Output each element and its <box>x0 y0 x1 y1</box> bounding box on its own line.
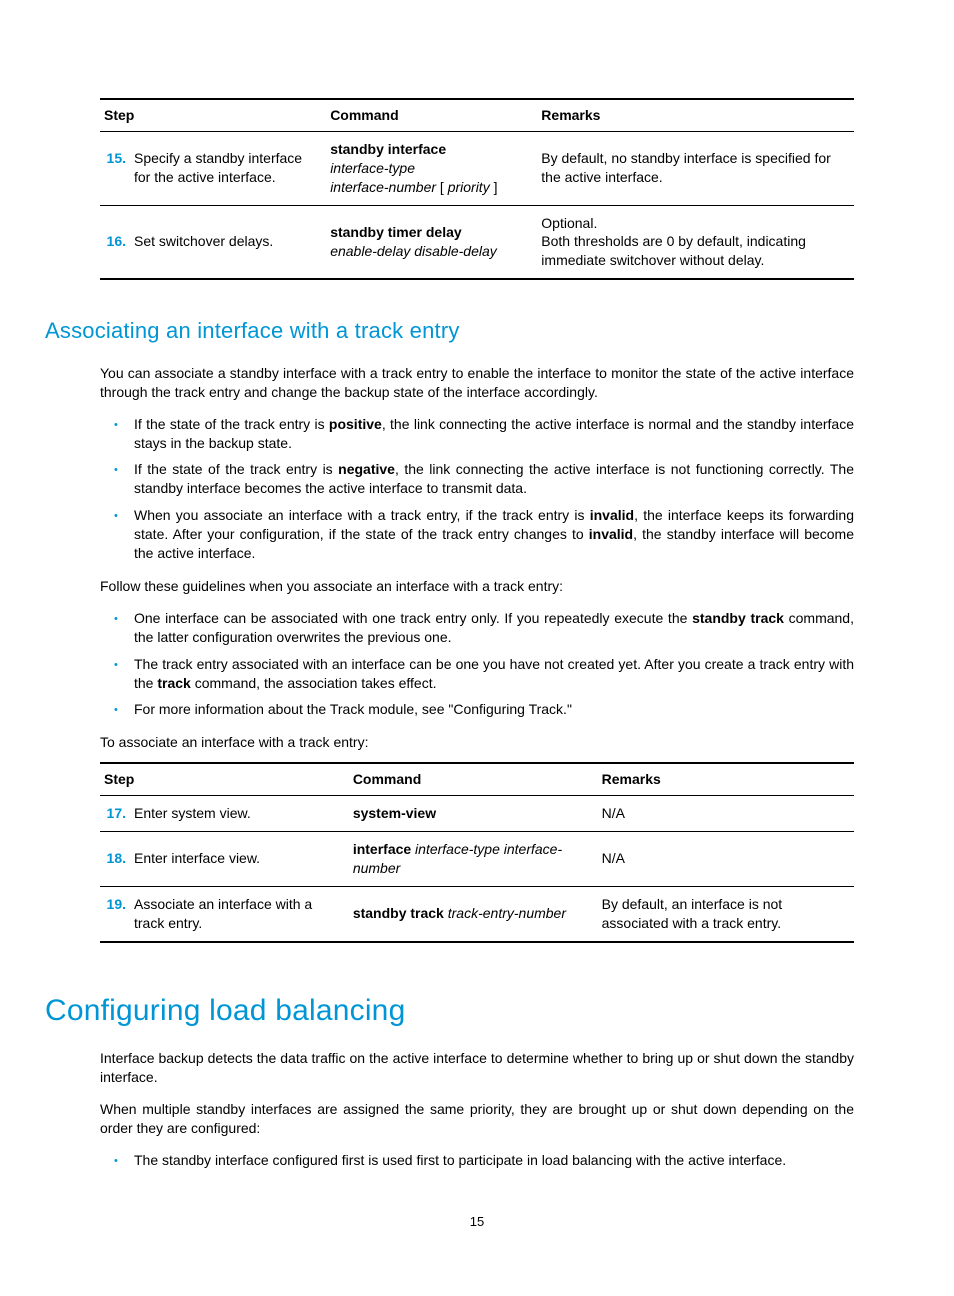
paragraph: When multiple standby interfaces are ass… <box>100 1100 854 1138</box>
step-number: 17. <box>104 804 126 823</box>
step-number: 19. <box>104 895 126 933</box>
page-number: 15 <box>100 1213 854 1231</box>
list-item: For more information about the Track mod… <box>134 700 854 719</box>
table-row: 15. Specify a standby interface for the … <box>100 131 854 205</box>
step-text: Set switchover delays. <box>134 232 322 251</box>
step-number: 16. <box>104 232 126 251</box>
step-text: Enter interface view. <box>134 849 345 868</box>
paragraph: To associate an interface with a track e… <box>100 733 854 752</box>
th-step: Step <box>100 763 349 795</box>
th-remarks: Remarks <box>537 99 854 131</box>
paragraph: Interface backup detects the data traffi… <box>100 1049 854 1087</box>
bullet-list-guidelines: One interface can be associated with one… <box>100 609 854 719</box>
heading-associating: Associating an interface with a track en… <box>45 316 854 346</box>
th-step: Step <box>100 99 326 131</box>
list-item: When you associate an interface with a t… <box>134 506 854 563</box>
step-number: 18. <box>104 849 126 868</box>
command-cell: system-view <box>349 796 598 832</box>
list-item: If the state of the track entry is negat… <box>134 460 854 498</box>
th-command: Command <box>326 99 537 131</box>
list-item: The standby interface configured first i… <box>134 1151 854 1170</box>
command-cell: standby track track-entry-number <box>349 886 598 941</box>
remarks-cell: N/A <box>598 831 854 886</box>
remarks-cell: Optional. Both thresholds are 0 by defau… <box>537 205 854 279</box>
step-text: Associate an interface with a track entr… <box>134 895 345 933</box>
table-row: 16. Set switchover delays. standby timer… <box>100 205 854 279</box>
table-row: 19. Associate an interface with a track … <box>100 886 854 941</box>
paragraph: You can associate a standby interface wi… <box>100 364 854 402</box>
list-item: If the state of the track entry is posit… <box>134 415 854 453</box>
list-item: One interface can be associated with one… <box>134 609 854 647</box>
table-row: 18. Enter interface view. interface inte… <box>100 831 854 886</box>
step-text: Enter system view. <box>134 804 345 823</box>
remarks-cell: N/A <box>598 796 854 832</box>
th-command: Command <box>349 763 598 795</box>
table-row: 17. Enter system view. system-view N/A <box>100 796 854 832</box>
table-standby-interface: Step Command Remarks 15. Specify a stand… <box>100 98 854 280</box>
page-content: Step Command Remarks 15. Specify a stand… <box>0 0 954 1291</box>
table-associate-track: Step Command Remarks 17. Enter system vi… <box>100 762 854 942</box>
bullet-list-lb: The standby interface configured first i… <box>100 1151 854 1170</box>
command-cell: standby interface interface-type interfa… <box>326 131 537 205</box>
command-cell: interface interface-type interface-numbe… <box>349 831 598 886</box>
th-remarks: Remarks <box>598 763 854 795</box>
step-text: Specify a standby interface for the acti… <box>134 149 322 187</box>
list-item: The track entry associated with an inter… <box>134 655 854 693</box>
heading-load-balancing: Configuring load balancing <box>45 991 854 1032</box>
remarks-cell: By default, no standby interface is spec… <box>537 131 854 205</box>
step-number: 15. <box>104 149 126 187</box>
remarks-cell: By default, an interface is not associat… <box>598 886 854 941</box>
command-cell: standby timer delay enable-delay disable… <box>326 205 537 279</box>
bullet-list-states: If the state of the track entry is posit… <box>100 415 854 563</box>
paragraph: Follow these guidelines when you associa… <box>100 577 854 596</box>
